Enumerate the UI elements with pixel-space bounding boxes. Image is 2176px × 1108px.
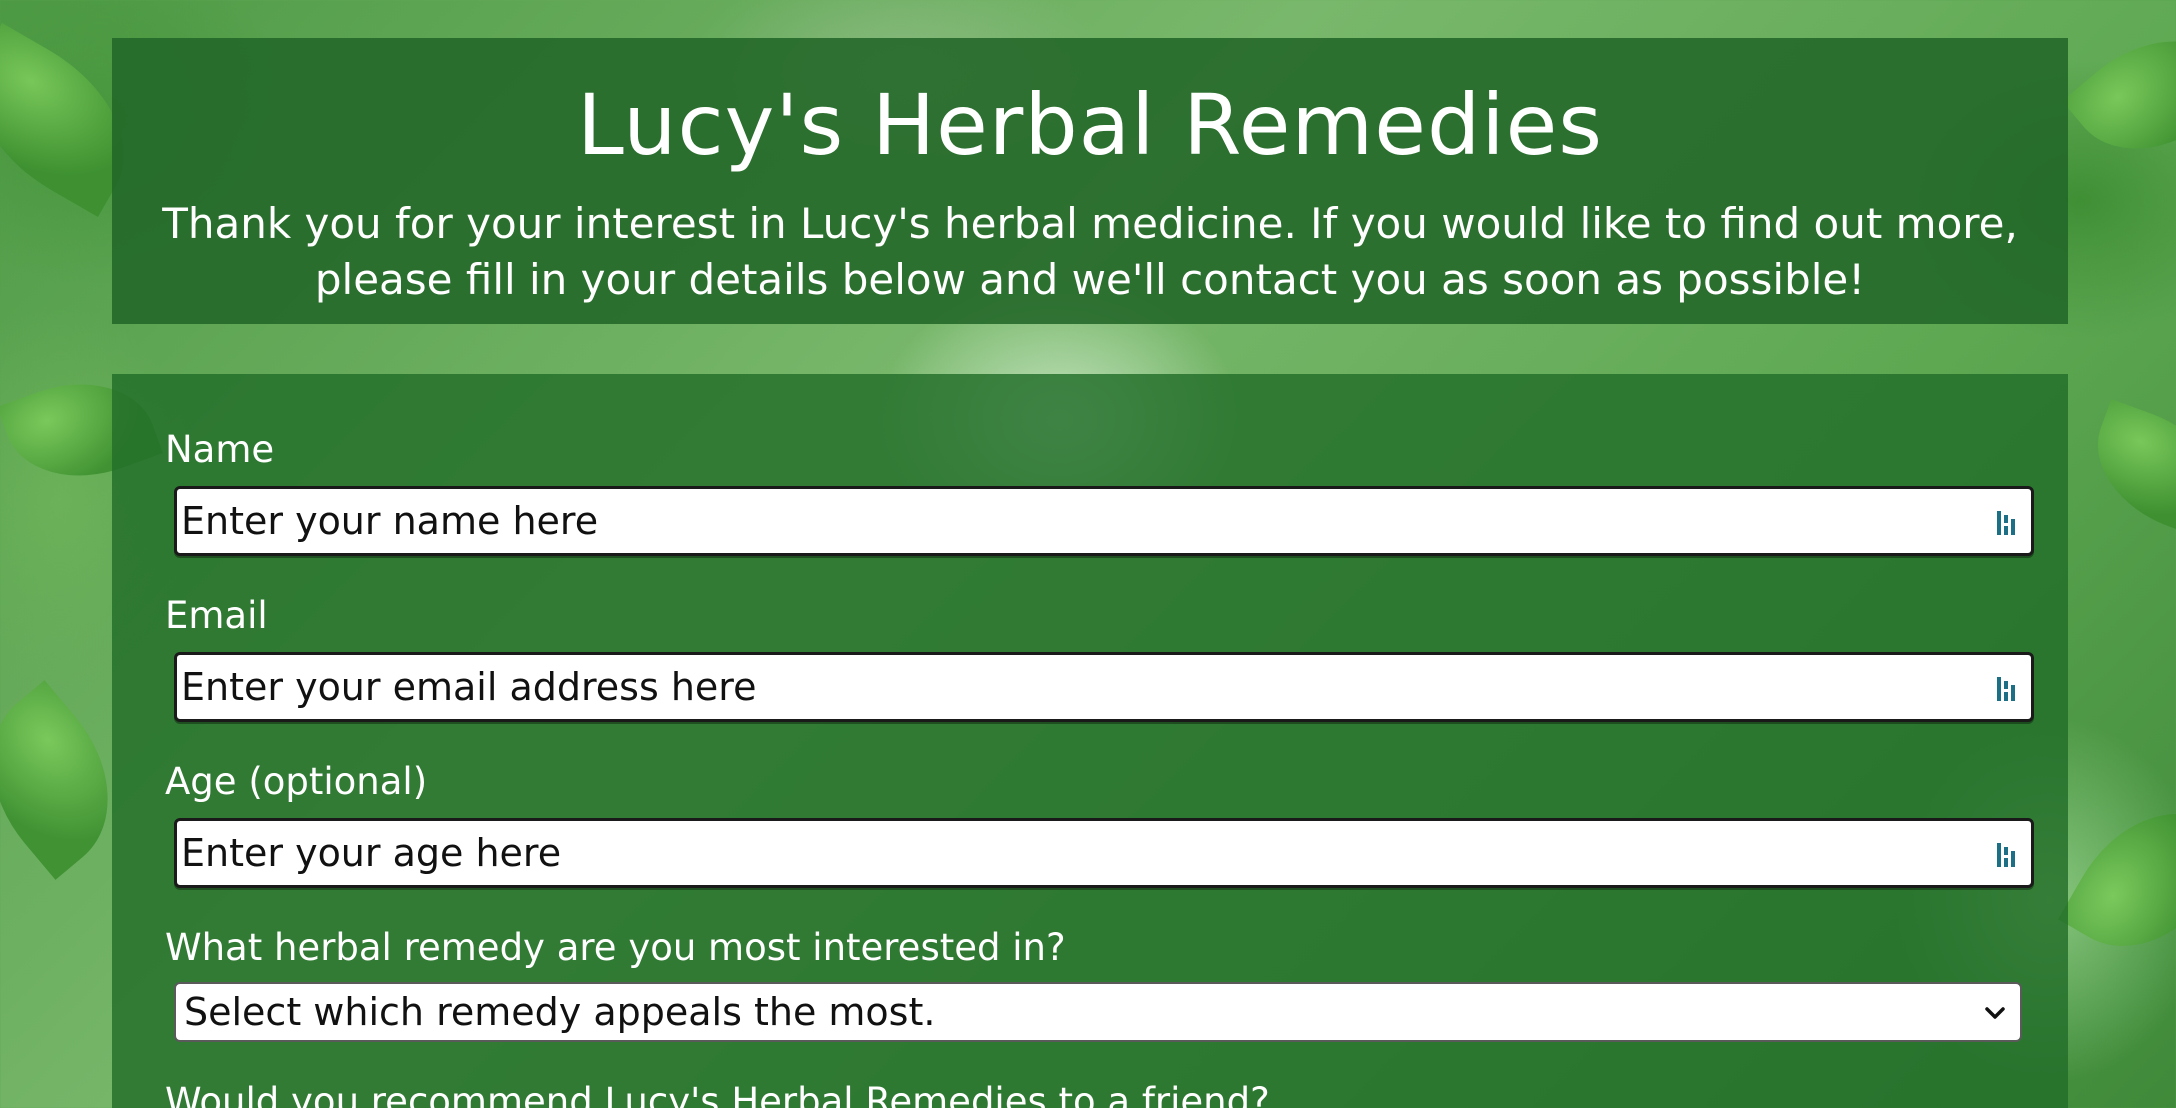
email-input[interactable] xyxy=(181,655,1961,719)
page-description: Thank you for your interest in Lucy's he… xyxy=(162,199,2018,304)
age-field[interactable] xyxy=(174,818,2034,888)
chevron-down-icon xyxy=(1985,1007,2005,1019)
age-label: Age (optional) xyxy=(165,760,428,803)
name-label: Name xyxy=(165,428,275,471)
contact-form: Name Email Age (optional) What herbal re… xyxy=(112,374,2068,1108)
recommend-label: Would you recommend Lucy's Herbal Remedi… xyxy=(165,1080,1270,1108)
email-field[interactable] xyxy=(174,652,2034,722)
age-input[interactable] xyxy=(181,821,1961,885)
page-header: Lucy's Herbal Remedies Thank you for you… xyxy=(112,38,2068,324)
background-leaf xyxy=(2077,399,2176,541)
password-manager-key-icon[interactable] xyxy=(1995,841,2017,869)
email-label: Email xyxy=(165,594,268,637)
page-title: Lucy's Herbal Remedies xyxy=(576,76,1604,174)
remedy-select[interactable]: Select which remedy appeals the most. xyxy=(174,982,2022,1042)
name-input[interactable] xyxy=(181,489,1961,553)
name-field[interactable] xyxy=(174,486,2034,556)
background-leaf xyxy=(2062,4,2176,186)
remedy-label: What herbal remedy are you most interest… xyxy=(165,926,1066,969)
password-manager-key-icon[interactable] xyxy=(1995,675,2017,703)
remedy-select-value: Select which remedy appeals the most. xyxy=(184,990,936,1034)
background-leaf xyxy=(2058,780,2176,980)
password-manager-key-icon[interactable] xyxy=(1995,509,2017,537)
